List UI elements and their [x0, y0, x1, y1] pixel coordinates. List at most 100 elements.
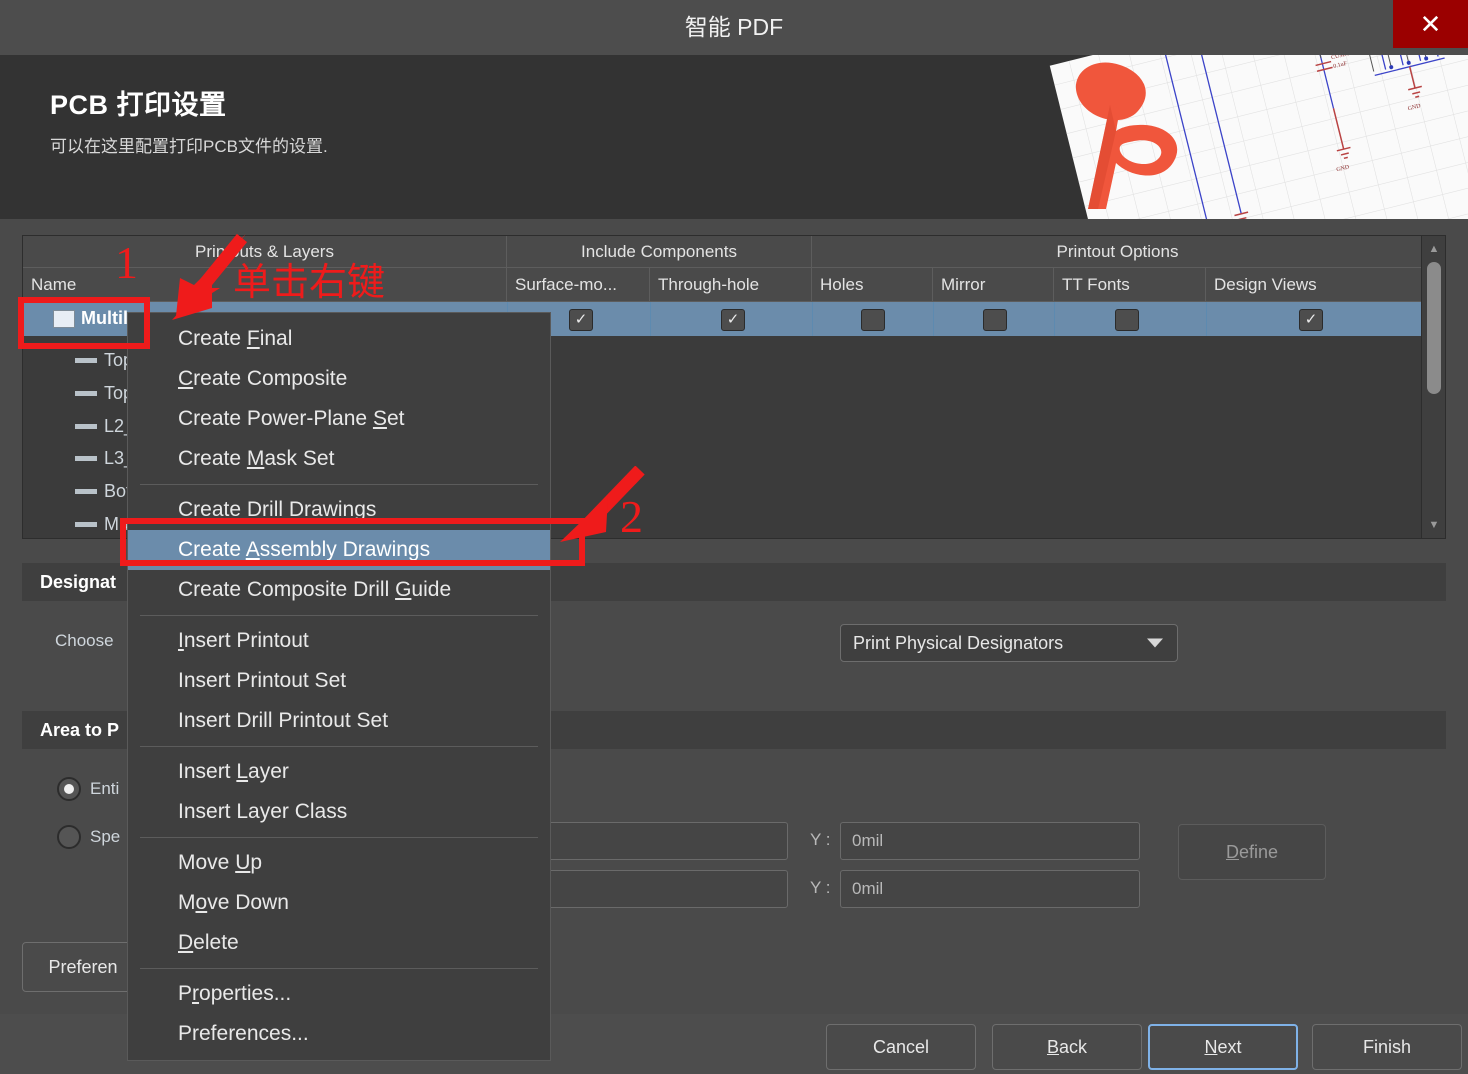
menu-separator — [140, 837, 538, 838]
menu-item-create-drill-drawings[interactable]: Create Drill Drawings — [128, 490, 550, 530]
board-icon — [53, 309, 75, 328]
layer-line-icon — [75, 489, 97, 494]
column-header-holes[interactable]: Holes — [812, 268, 933, 302]
menu-item-label: Create Drill Drawings — [178, 498, 377, 521]
menu-item-label: Insert Layer Class — [178, 800, 348, 823]
scroll-up-arrow-icon[interactable]: ▲ — [1422, 238, 1446, 260]
radio-label-entire: Enti — [90, 779, 120, 798]
radio-specific-area[interactable]: Spe — [57, 825, 120, 849]
chevron-down-icon — [1147, 638, 1163, 648]
pdf-schematic-artwork-icon: GNDGND GNDGND CUSB10.1uF 3V3OUT — [1038, 55, 1468, 219]
layer-line-icon — [75, 456, 97, 461]
context-menu[interactable]: Create Final Create Composite Create Power… — [127, 312, 551, 1061]
page-title: PCB 打印设置 — [50, 90, 227, 120]
tree-item-root[interactable]: Multila — [53, 308, 138, 329]
scroll-down-arrow-icon[interactable]: ▼ — [1422, 514, 1446, 536]
column-header-tt-fonts[interactable]: TT Fonts — [1054, 268, 1206, 302]
menu-separator — [140, 968, 538, 969]
back-button[interactable]: Back — [992, 1024, 1142, 1070]
layer-line-icon — [75, 391, 97, 396]
column-header-name[interactable]: Name — [23, 268, 507, 302]
finish-button[interactable]: Finish — [1312, 1024, 1462, 1070]
menu-item-create-mask-set[interactable]: Create Mask Set — [128, 439, 550, 479]
menu-item-label: Insert Printout Set — [178, 669, 347, 692]
layer-line-icon — [75, 424, 97, 429]
define-button[interactable]: Define — [1178, 824, 1326, 880]
column-header-through-hole[interactable]: Through-hole — [650, 268, 812, 302]
menu-item-create-composite[interactable]: Create Composite — [128, 359, 550, 399]
menu-item-insert-layer[interactable]: Insert Layer — [128, 752, 550, 792]
checkbox-holes[interactable] — [861, 309, 885, 331]
menu-item-label: Move Down — [178, 891, 289, 914]
menu-item-label: Create Mask Set — [178, 447, 335, 470]
menu-separator — [140, 484, 538, 485]
layer-line-icon — [75, 522, 97, 527]
menu-item-label: Insert Layer — [178, 760, 289, 783]
page-subtitle: 可以在这里配置打印PCB文件的设置. — [50, 137, 328, 156]
menu-item-create-power-plane-set[interactable]: Create Power-Plane Set — [128, 399, 550, 439]
cancel-button[interactable]: Cancel — [826, 1024, 976, 1070]
checkbox-design-views[interactable]: ✓ — [1299, 309, 1323, 331]
menu-separator — [140, 615, 538, 616]
menu-item-label: Create Power-Plane Set — [178, 407, 405, 430]
label-y2: Y : — [810, 878, 831, 897]
column-header-mirror[interactable]: Mirror — [933, 268, 1054, 302]
menu-item-label: Move Up — [178, 851, 263, 874]
menu-item-label: Delete — [178, 931, 239, 954]
menu-item-create-composite-drill-guide[interactable]: Create Composite Drill Guide — [128, 570, 550, 610]
menu-item-preferences[interactable]: Preferences... — [128, 1014, 550, 1054]
checkbox-through-hole[interactable]: ✓ — [721, 309, 745, 331]
radio-icon-specific[interactable] — [57, 825, 81, 849]
next-button[interactable]: Next — [1148, 1024, 1298, 1070]
menu-item-insert-printout[interactable]: Insert Printout — [128, 621, 550, 661]
label-choose: Choose — [55, 631, 114, 650]
menu-item-insert-layer-class[interactable]: Insert Layer Class — [128, 792, 550, 832]
title-bar: 智能 PDF ✕ — [0, 0, 1468, 55]
dialog-window: 智能 PDF ✕ PCB 打印设置 可以在这里配置打印PCB文件的设置. GND… — [0, 0, 1468, 1074]
menu-item-delete[interactable]: Delete — [128, 923, 550, 963]
radio-icon-entire[interactable] — [57, 777, 81, 801]
designator-type-select[interactable]: Print Physical Designators — [840, 624, 1178, 662]
y2-input[interactable]: 0mil — [840, 870, 1140, 908]
group-header-printouts-layers: Printouts & Layers — [23, 236, 507, 268]
header-banner: PCB 打印设置 可以在这里配置打印PCB文件的设置. GND GND CUSB… — [0, 55, 1468, 219]
window-title: 智能 PDF — [684, 14, 784, 40]
preferences-button[interactable]: Preferen — [22, 942, 144, 992]
tree-item-6[interactable]: Mu — [75, 514, 129, 535]
x2-input[interactable] — [548, 870, 788, 908]
checkbox-mirror[interactable] — [983, 309, 1007, 331]
menu-item-properties[interactable]: Properties... — [128, 974, 550, 1014]
radio-entire-board[interactable]: Enti — [57, 777, 119, 801]
menu-item-move-up[interactable]: Move Up — [128, 843, 550, 883]
menu-item-label: Properties... — [178, 982, 292, 1005]
menu-item-move-down[interactable]: Move Down — [128, 883, 550, 923]
menu-item-insert-printout-set[interactable]: Insert Printout Set — [128, 661, 550, 701]
y1-input[interactable]: 0mil — [840, 822, 1140, 860]
designator-type-value: Print Physical Designators — [853, 632, 1064, 653]
layer-line-icon — [75, 358, 97, 363]
close-icon[interactable]: ✕ — [1393, 0, 1468, 48]
table-scrollbar[interactable]: ▲ ▼ — [1421, 236, 1445, 538]
scrollbar-thumb[interactable] — [1427, 262, 1441, 394]
menu-item-label: Create Composite Drill Guide — [178, 578, 452, 601]
column-header-design-views[interactable]: Design Views — [1206, 268, 1423, 302]
group-header-include-components: Include Components — [507, 236, 812, 268]
menu-item-create-assembly-drawings[interactable]: Create Assembly Drawings — [128, 530, 550, 570]
menu-item-create-final[interactable]: Create Final — [128, 319, 550, 359]
menu-item-label: Create Final — [178, 327, 293, 350]
menu-separator — [140, 746, 538, 747]
preferences-label: Preferen — [48, 956, 118, 977]
tree-item-2[interactable]: Top — [75, 383, 133, 404]
y1-value: 0mil — [852, 831, 884, 850]
x1-input[interactable] — [548, 822, 788, 860]
checkbox-tt-fonts[interactable] — [1115, 309, 1139, 331]
column-header-surface-mount[interactable]: Surface-mo... — [507, 268, 650, 302]
tree-item-5[interactable]: Bot — [75, 481, 131, 502]
menu-item-label: Insert Printout — [178, 629, 309, 652]
y2-value: 0mil — [852, 879, 884, 898]
tree-item-1[interactable]: Top — [75, 350, 133, 371]
checkbox-surface-mount[interactable]: ✓ — [569, 309, 593, 331]
label-y1: Y : — [810, 830, 831, 849]
menu-item-insert-drill-printout-set[interactable]: Insert Drill Printout Set — [128, 701, 550, 741]
group-header-printout-options: Printout Options — [1056, 242, 1179, 261]
